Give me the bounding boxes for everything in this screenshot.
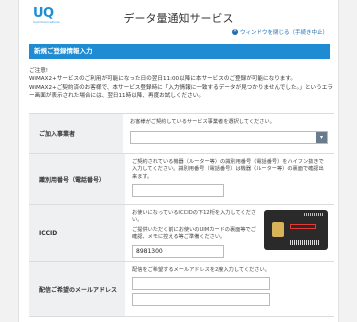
notice-block: ご注意! WiMAX2+サービスのご利用が可能になった日の翌日11:00以降に本… (29, 67, 334, 101)
iccid-content: お使いになっているICCIDの下12桁を入力してください。 ご提供いただく前にお… (125, 205, 334, 261)
form-row-iccid: ICCID お使いになっているICCIDの下12桁を入力してください。 ご提供い… (29, 205, 334, 262)
email-label: 配信ご希望のメールアドレス (29, 262, 125, 316)
page-title: データ量通知サービス (123, 12, 234, 25)
iccid-highlight-box (290, 224, 316, 229)
notice-text-2: WiMAX2+ご契約済のお客様で、本サービス登録時に「入力情報に一致するデータが… (29, 84, 333, 100)
page-container: UQ Communications データ量通知サービス ✕ ウィンドウを閉じる… (18, 0, 339, 322)
close-window-label: ウィンドウを閉じる（手続き中止） (239, 30, 328, 36)
sim-card-dots (304, 213, 324, 216)
form-row-email: 配信ご希望のメールアドレス 配信をご希望するメールアドレスを2度入力してください… (29, 262, 334, 317)
provider-select[interactable]: ▾ (130, 131, 328, 145)
email-content: 配信をご希望するメールアドレスを2度入力してください。 (125, 262, 334, 316)
sim-barcode (290, 240, 320, 245)
email-input[interactable] (132, 277, 270, 291)
notice-text-1: WiMAX2+サービスのご利用が可能になった日の翌日11:00以降に本サービスの… (29, 76, 297, 83)
section-title-bar: 新規ご登録情報入力 (29, 44, 330, 59)
iccid-help-1: お使いになっているICCIDの下12桁を入力してください。 (132, 210, 257, 224)
notice-heading: ご注意! (29, 68, 49, 74)
registration-form: ご加入事業者 お客様がご契約しているサービス事業者を選択してください。 ▾ 識別… (29, 113, 334, 317)
phone-help: ご契約されている機器（ルーター等）の識別用番号（電話番号）をハイフン抜きで入力し… (132, 159, 324, 180)
provider-content: お客様がご契約しているサービス事業者を選択してください。 ▾ (123, 114, 334, 153)
chevron-down-icon[interactable]: ▾ (316, 132, 327, 144)
provider-label: ご加入事業者 (29, 114, 123, 153)
email-help: 配信をご希望するメールアドレスを2度入力してください。 (132, 267, 270, 273)
form-row-provider: ご加入事業者 お客様がご契約しているサービス事業者を選択してください。 ▾ (29, 114, 334, 154)
sim-chip (272, 222, 284, 237)
iccid-help-2: ご提供いただく前にお使いのUIMカードの裏面等でご確認、メモに控える等ご準備くだ… (132, 226, 256, 241)
sim-card-image (264, 210, 328, 250)
iccid-input[interactable]: 8981300 (132, 244, 224, 258)
phone-label: 識別用番号（電話番号） (29, 154, 125, 204)
phone-content: ご契約されている機器（ルーター等）の識別用番号（電話番号）をハイフン抜きで入力し… (125, 154, 334, 204)
iccid-label: ICCID (29, 205, 125, 261)
email-confirm-input[interactable] (132, 293, 270, 307)
close-icon: ✕ (231, 29, 238, 35)
header: UQ Communications データ量通知サービス ✕ ウィンドウを閉じる… (19, 0, 338, 38)
close-window-link[interactable]: ✕ ウィンドウを閉じる（手続き中止） (231, 28, 328, 36)
form-row-phone: 識別用番号（電話番号） ご契約されている機器（ルーター等）の識別用番号（電話番号… (29, 154, 334, 205)
provider-help: お客様がご契約しているサービス事業者を選択してください。 (130, 119, 275, 125)
phone-input[interactable] (132, 184, 224, 198)
